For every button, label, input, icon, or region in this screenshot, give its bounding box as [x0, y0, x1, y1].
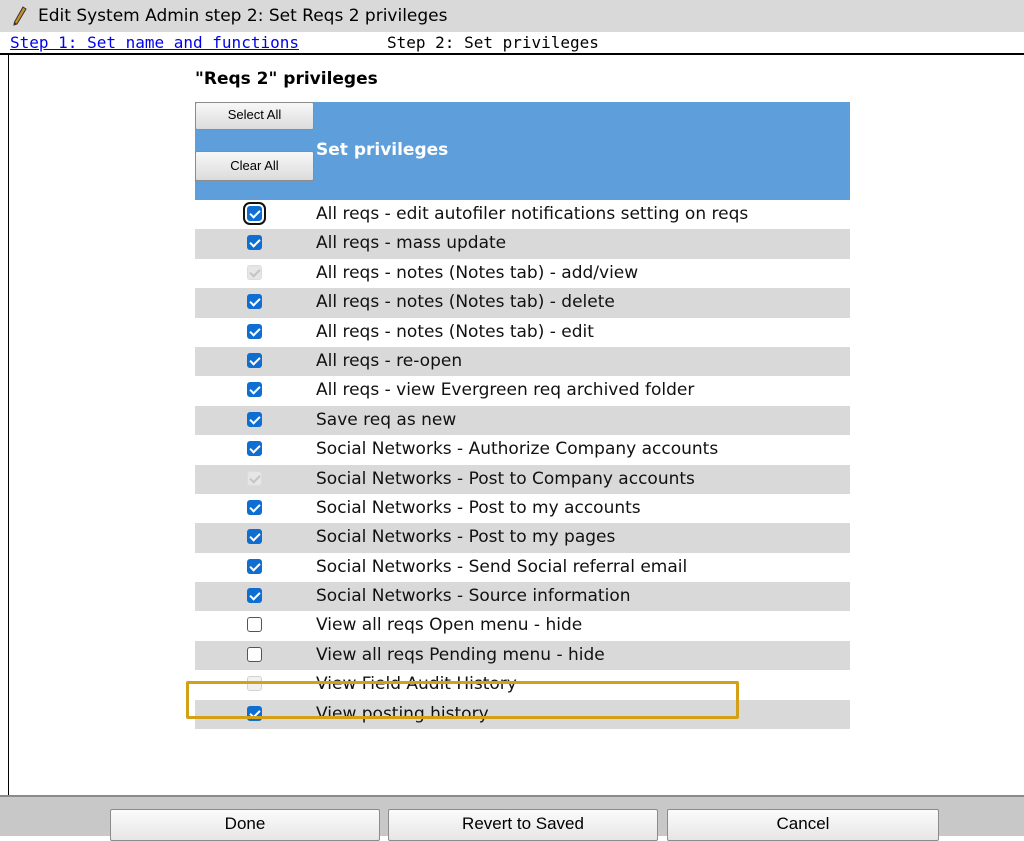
privilege-checkbox[interactable]: [247, 323, 262, 339]
privilege-checkbox[interactable]: [247, 499, 262, 515]
privilege-label: All reqs - view Evergreen req archived f…: [316, 380, 695, 401]
privilege-checkbox[interactable]: [247, 705, 262, 721]
privilege-row: Social Networks - Post to my accounts: [195, 494, 850, 523]
privilege-label: All reqs - re-open: [316, 350, 463, 371]
privilege-label: Social Networks - Authorize Company acco…: [316, 439, 719, 460]
privilege-label: All reqs - notes (Notes tab) - edit: [316, 321, 594, 342]
title-bar: Edit System Admin step 2: Set Reqs 2 pri…: [0, 0, 1024, 32]
privilege-checkbox[interactable]: [247, 529, 262, 545]
privileges-header: Select All Clear All Set privileges: [195, 102, 850, 200]
step-breadcrumb: Step 1: Set name and functions Step 2: S…: [0, 32, 1024, 55]
pencil-icon: [13, 6, 27, 26]
privilege-label: Social Networks - Send Social referral e…: [316, 556, 688, 577]
privilege-label: View posting history: [316, 703, 489, 724]
privilege-label: Save req as new: [316, 409, 457, 430]
privilege-row: View all reqs Open menu - hide: [195, 611, 850, 640]
privilege-row: Social Networks - Authorize Company acco…: [195, 435, 850, 464]
privilege-row: Save req as new: [195, 405, 850, 436]
step1-link[interactable]: Step 1: Set name and functions: [10, 32, 299, 53]
select-all-button[interactable]: Select All: [195, 102, 314, 130]
privilege-label: Social Networks - Post to my pages: [316, 527, 616, 548]
revert-to-saved-button[interactable]: Revert to Saved: [388, 809, 658, 841]
set-privileges-header: Set privileges: [316, 140, 449, 160]
privilege-row: View all reqs Pending menu - hide: [195, 640, 850, 671]
privilege-row: All reqs - edit autofiler notifications …: [195, 200, 850, 229]
privilege-checkbox[interactable]: [247, 352, 262, 368]
privilege-row: View posting history: [195, 699, 850, 730]
privilege-row: All reqs - notes (Notes tab) - add/view: [195, 259, 850, 288]
privilege-checkbox[interactable]: [243, 202, 266, 225]
page-title: Edit System Admin step 2: Set Reqs 2 pri…: [38, 6, 448, 26]
privilege-label: Social Networks - Source information: [316, 586, 631, 607]
privileges-list: All reqs - edit autofiler notifications …: [195, 200, 850, 730]
privilege-label: Social Networks - Post to Company accoun…: [316, 468, 695, 489]
cancel-button[interactable]: Cancel: [667, 809, 939, 841]
privilege-label: View all reqs Open menu - hide: [316, 615, 583, 636]
privilege-checkbox[interactable]: [247, 558, 262, 574]
privilege-checkbox[interactable]: [247, 294, 262, 310]
privilege-checkbox[interactable]: [247, 617, 262, 633]
privilege-checkbox[interactable]: [247, 382, 262, 398]
privilege-label: All reqs - notes (Notes tab) - delete: [316, 292, 615, 313]
privilege-row: Social Networks - Post to Company accoun…: [195, 464, 850, 494]
privilege-checkbox[interactable]: [247, 441, 262, 457]
privilege-row: Social Networks - Send Social referral e…: [195, 553, 850, 582]
privilege-row: View Field Audit History: [195, 670, 850, 699]
privilege-row: Social Networks - Source information: [195, 582, 850, 612]
privilege-row: All reqs - notes (Notes tab) - edit: [195, 318, 850, 347]
privilege-checkbox[interactable]: [247, 646, 262, 662]
privilege-row: Social Networks - Post to my pages: [195, 523, 850, 553]
step2-current: Step 2: Set privileges: [387, 33, 599, 52]
privilege-label: All reqs - notes (Notes tab) - add/view: [316, 262, 639, 283]
privilege-row: All reqs - mass update: [195, 229, 850, 259]
privilege-checkbox[interactable]: [247, 235, 262, 251]
privilege-row: All reqs - re-open: [195, 346, 850, 377]
privilege-checkbox[interactable]: [247, 411, 262, 427]
footer-bar: Done Revert to Saved Cancel: [0, 795, 1024, 841]
clear-all-button[interactable]: Clear All: [195, 151, 314, 181]
done-button[interactable]: Done: [110, 809, 380, 841]
section-title: "Reqs 2" privileges: [195, 69, 378, 89]
privilege-row: All reqs - notes (Notes tab) - delete: [195, 288, 850, 318]
privilege-label: All reqs - edit autofiler notifications …: [316, 204, 749, 224]
privilege-row: All reqs - view Evergreen req archived f…: [195, 376, 850, 405]
privilege-checkbox[interactable]: [247, 588, 262, 604]
privilege-label: View all reqs Pending menu - hide: [316, 644, 605, 665]
privilege-checkbox: [247, 676, 262, 692]
privilege-checkbox: [247, 470, 262, 486]
privilege-label: View Field Audit History: [316, 674, 517, 695]
privilege-label: All reqs - mass update: [316, 233, 507, 254]
privilege-label: Social Networks - Post to my accounts: [316, 497, 641, 518]
privilege-checkbox: [247, 264, 262, 280]
